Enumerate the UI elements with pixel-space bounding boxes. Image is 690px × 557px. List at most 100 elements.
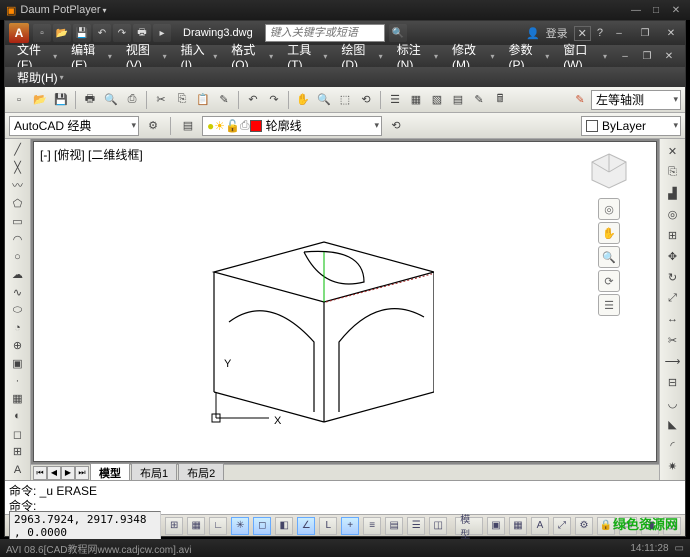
- status-model-toggle[interactable]: 模型: [455, 517, 483, 535]
- tool-join-icon[interactable]: ◡: [663, 393, 683, 413]
- drawing-canvas[interactable]: [-] [俯视] [二维线框]: [33, 141, 657, 462]
- status-qv-icon[interactable]: ▦: [509, 517, 527, 535]
- tab-model[interactable]: 模型: [90, 463, 130, 480]
- tool-move-icon[interactable]: ✥: [663, 246, 683, 266]
- tool-stretch-icon[interactable]: ↔: [663, 309, 683, 329]
- tb-copy-icon[interactable]: ⎘: [172, 90, 192, 110]
- tb-paste-icon[interactable]: 📋: [193, 90, 213, 110]
- tool-mirror-icon[interactable]: ▟: [663, 183, 683, 203]
- tool-block-icon[interactable]: ▣: [8, 355, 28, 372]
- tool-copy-icon[interactable]: ⎘: [663, 162, 683, 182]
- menu-help[interactable]: 帮助(H)▾: [11, 67, 70, 88]
- status-qp-icon[interactable]: ☰: [407, 517, 425, 535]
- tb-props-icon[interactable]: ☰: [385, 90, 405, 110]
- tool-polygon-icon[interactable]: ⬠: [8, 195, 28, 212]
- tool-fillet-icon[interactable]: ◜: [663, 435, 683, 455]
- nav-pan-icon[interactable]: ✋: [598, 222, 620, 244]
- nav-wheel-icon[interactable]: ◎: [598, 198, 620, 220]
- tool-circle-icon[interactable]: ○: [8, 249, 28, 266]
- tb-zoomprev-icon[interactable]: ⟲: [356, 90, 376, 110]
- tool-pline-icon[interactable]: 〰: [8, 176, 28, 194]
- status-osnap-icon[interactable]: ◻: [253, 517, 271, 535]
- tb-zoom-icon[interactable]: 🔍: [314, 90, 334, 110]
- tb-undo-icon[interactable]: ↶: [243, 90, 263, 110]
- viewport-caption[interactable]: [-] [俯视] [二维线框]: [40, 146, 143, 163]
- tool-xline-icon[interactable]: ╳: [8, 159, 28, 176]
- tool-array-icon[interactable]: ⊞: [663, 225, 683, 245]
- tool-offset-icon[interactable]: ◎: [663, 204, 683, 224]
- tab-layout2[interactable]: 布局2: [178, 463, 224, 480]
- tool-extend-icon[interactable]: ⟶: [663, 351, 683, 371]
- tab-last-icon[interactable]: ⏭: [75, 466, 89, 480]
- viewcube[interactable]: [586, 148, 632, 194]
- command-window[interactable]: 命令: _u ERASE 命令:: [5, 480, 685, 514]
- player-close-button[interactable]: ✕: [668, 3, 684, 17]
- tool-mtext-icon[interactable]: A: [8, 461, 28, 478]
- tab-prev-icon[interactable]: ◀: [47, 466, 61, 480]
- workspace-gear-icon[interactable]: ⚙: [143, 116, 163, 136]
- status-lwt-icon[interactable]: ≡: [363, 517, 381, 535]
- tb-match-icon[interactable]: ✎: [214, 90, 234, 110]
- tb-calc-icon[interactable]: 🖩: [490, 90, 510, 110]
- tb-pan-icon[interactable]: ✋: [293, 90, 313, 110]
- tb-tp-icon[interactable]: ▧: [427, 90, 447, 110]
- tool-point-icon[interactable]: ·: [8, 373, 28, 390]
- status-ws-icon[interactable]: ⚙: [575, 517, 593, 535]
- nav-orbit-icon[interactable]: ⟳: [598, 270, 620, 292]
- tab-layout1[interactable]: 布局1: [131, 463, 177, 480]
- layer-combo[interactable]: ● ☀ 🔓 ⎙ 轮廓线: [202, 116, 382, 136]
- tb-new-icon[interactable]: ▫: [9, 90, 29, 110]
- workspace-combo[interactable]: AutoCAD 经典: [9, 116, 139, 136]
- tb-preview-icon[interactable]: 🔍: [101, 90, 121, 110]
- status-otrack-icon[interactable]: ∠: [297, 517, 315, 535]
- tool-hatch-icon[interactable]: ▦: [8, 390, 28, 407]
- status-dyn-icon[interactable]: +: [341, 517, 359, 535]
- tool-ellarc-icon[interactable]: ◔: [8, 319, 28, 336]
- cad-close-button[interactable]: ✕: [661, 25, 681, 41]
- status-3dosnap-icon[interactable]: ◧: [275, 517, 293, 535]
- layer-prev-icon[interactable]: ⟲: [386, 116, 406, 136]
- status-polar-icon[interactable]: ✳: [231, 517, 249, 535]
- view-mode-combo[interactable]: 左等轴测: [591, 90, 681, 110]
- status-view-icon[interactable]: ▣: [487, 517, 505, 535]
- tb-print-icon[interactable]: 🖶: [80, 90, 100, 110]
- tool-break-icon[interactable]: ⊟: [663, 372, 683, 392]
- tb-ssm-icon[interactable]: ▤: [448, 90, 468, 110]
- tool-ellipse-icon[interactable]: ⬭: [8, 302, 28, 319]
- cad-restore-button[interactable]: ❐: [635, 25, 655, 41]
- tb-markup-icon[interactable]: ✎: [469, 90, 489, 110]
- player-max-button[interactable]: □: [648, 3, 664, 17]
- tool-line-icon[interactable]: ╱: [8, 141, 28, 158]
- tb-open-icon[interactable]: 📂: [30, 90, 50, 110]
- status-ortho-icon[interactable]: ∟: [209, 517, 227, 535]
- tool-insert-icon[interactable]: ⊕: [8, 337, 28, 354]
- tb-view-icon[interactable]: ✎: [570, 90, 590, 110]
- tool-erase-icon[interactable]: ✕: [663, 141, 683, 161]
- coordinate-readout[interactable]: 2963.7924, 2917.9348 , 0.0000: [9, 511, 161, 541]
- tool-spline-icon[interactable]: ∿: [8, 284, 28, 301]
- tab-first-icon[interactable]: ⏮: [33, 466, 47, 480]
- tool-rect-icon[interactable]: ▭: [8, 213, 28, 230]
- tb-zoomwin-icon[interactable]: ⬚: [335, 90, 355, 110]
- nav-zoom-icon[interactable]: 🔍: [598, 246, 620, 268]
- layer-prop-icon[interactable]: ▤: [178, 116, 198, 136]
- doc-close-button[interactable]: ✕: [659, 48, 679, 64]
- nav-showhide-icon[interactable]: ☰: [598, 294, 620, 316]
- tb-save-icon[interactable]: 💾: [51, 90, 71, 110]
- color-combo[interactable]: ByLayer: [581, 116, 681, 136]
- tool-region-icon[interactable]: ◻: [8, 426, 28, 443]
- tb-dc-icon[interactable]: ▦: [406, 90, 426, 110]
- tool-chamfer-icon[interactable]: ◣: [663, 414, 683, 434]
- tool-arc-icon[interactable]: ◠: [8, 231, 28, 248]
- tool-explode-icon[interactable]: ✷: [663, 456, 683, 476]
- status-sc-icon[interactable]: ◫: [429, 517, 447, 535]
- status-ann-icon[interactable]: A: [531, 517, 549, 535]
- player-min-button[interactable]: —: [628, 3, 644, 17]
- status-ducs-icon[interactable]: L: [319, 517, 337, 535]
- tb-cut-icon[interactable]: ✂: [151, 90, 171, 110]
- tool-revcloud-icon[interactable]: ☁: [8, 266, 28, 283]
- tab-next-icon[interactable]: ▶: [61, 466, 75, 480]
- player-vol-icon[interactable]: ▭: [675, 543, 684, 554]
- tb-publish-icon[interactable]: ⎙: [122, 90, 142, 110]
- doc-min-button[interactable]: –: [615, 48, 635, 64]
